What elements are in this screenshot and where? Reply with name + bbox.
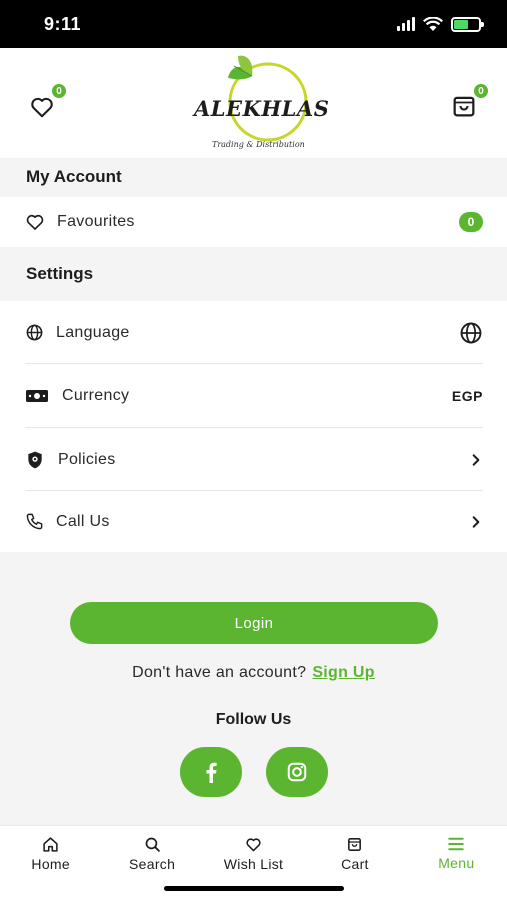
currency-row[interactable]: Currency EGP — [0, 364, 507, 428]
facebook-button[interactable] — [180, 747, 242, 797]
login-button[interactable]: Login — [70, 602, 438, 644]
wifi-icon — [423, 16, 443, 31]
no-account-text: Don't have an account? — [132, 664, 307, 681]
status-bar: 9:11 — [0, 0, 507, 48]
section-title-settings: Settings — [0, 248, 507, 300]
logo-text: ALEKHLAS — [194, 96, 330, 121]
nav-menu[interactable]: Menu — [406, 826, 507, 900]
section-title-account: My Account — [0, 158, 507, 196]
signal-icon — [397, 17, 415, 31]
nav-wishlist-label: Wish List — [223, 856, 284, 872]
currency-value: EGP — [451, 388, 483, 404]
heart-icon — [31, 97, 53, 118]
header-cart-button[interactable]: 0 — [448, 82, 490, 124]
wishlist-badge: 0 — [50, 82, 68, 100]
shield-icon — [28, 451, 42, 468]
app-header: 0 ALEKHLAS Trading & Distribution 0 — [0, 48, 507, 158]
instagram-button[interactable] — [266, 747, 328, 797]
favourites-count-badge: 0 — [459, 212, 483, 232]
instagram-icon — [287, 762, 307, 782]
brand-logo: ALEKHLAS Trading & Distribution — [190, 54, 329, 154]
globe-icon — [460, 322, 482, 343]
phone-icon — [26, 513, 43, 530]
nav-home-label: Home — [31, 856, 70, 872]
call-us-row[interactable]: Call Us — [0, 491, 507, 552]
nav-search-label: Search — [129, 856, 176, 872]
status-time: 9:11 — [44, 13, 82, 34]
logo-tagline: Trading & Distribution — [212, 140, 305, 149]
heart-icon — [246, 838, 261, 852]
favourites-label: Favourites — [57, 213, 135, 230]
policies-row[interactable]: Policies — [0, 428, 507, 491]
header-wishlist-button[interactable]: 0 — [26, 82, 68, 124]
search-icon — [145, 837, 160, 852]
chevron-right-icon — [472, 453, 480, 466]
signup-prompt: Don't have an account? Sign Up — [0, 664, 507, 682]
currency-label: Currency — [62, 387, 130, 404]
signup-link[interactable]: Sign Up — [312, 664, 375, 681]
nav-menu-label: Menu — [438, 855, 475, 871]
heart-icon — [26, 214, 44, 230]
chevron-right-icon — [472, 515, 480, 528]
home-icon — [43, 837, 58, 852]
shopping-bag-icon — [348, 838, 362, 851]
follow-us-title: Follow Us — [215, 711, 292, 728]
cart-badge: 0 — [472, 82, 490, 100]
home-indicator — [164, 886, 344, 891]
policies-label: Policies — [58, 450, 116, 468]
nav-home[interactable]: Home — [0, 826, 101, 900]
language-label: Language — [56, 323, 130, 341]
globe-icon — [26, 324, 43, 341]
favourites-row[interactable]: Favourites 0 — [0, 197, 507, 247]
menu-icon — [448, 837, 465, 851]
battery-icon — [451, 16, 484, 32]
nav-cart-label: Cart — [341, 856, 369, 872]
status-icons — [397, 16, 484, 32]
call-us-label: Call Us — [56, 512, 110, 530]
facebook-icon — [206, 762, 217, 783]
cash-icon — [26, 390, 48, 402]
language-row[interactable]: Language — [0, 301, 507, 364]
